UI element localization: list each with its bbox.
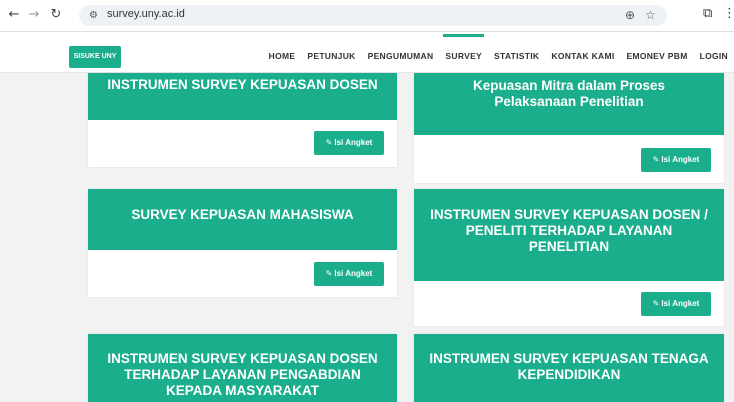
survey-card: SURVEY KEPUASAN MAHASISWA ✎ Isi Angket bbox=[88, 189, 397, 297]
menu-login[interactable]: LOGIN bbox=[694, 45, 734, 69]
reload-icon[interactable]: ↻ bbox=[48, 7, 64, 23]
survey-card: INSTRUMEN SURVEY KEPUASAN DOSEN TERHADAP… bbox=[88, 334, 397, 402]
survey-card: INSTRUMEN SURVEY KEPUASAN DOSEN / PENELI… bbox=[414, 189, 724, 326]
back-icon[interactable]: ← bbox=[6, 7, 22, 23]
survey-card: INSTRUMEN SURVEY KEPUASAN DOSEN ✎ Isi Ang… bbox=[88, 73, 397, 167]
card-title: INSTRUMEN SURVEY KEPUASAN DOSEN / PENELI… bbox=[414, 189, 724, 281]
menu-kontak-kami[interactable]: KONTAK KAMI bbox=[545, 45, 620, 69]
isi-angket-button[interactable]: ✎ Isi Angket bbox=[314, 131, 384, 155]
menu-emonev-pbm[interactable]: EMONEV PBM bbox=[620, 45, 693, 69]
menu-statistik[interactable]: STATISTIK bbox=[488, 45, 545, 69]
isi-angket-button[interactable]: ✎ Isi Angket bbox=[641, 292, 711, 316]
card-title: Kepuasan Mitra dalam Proses Pelaksanaan … bbox=[414, 73, 724, 135]
browser-toolbar: ← → ↻ ⚙ survey.uny.ac.id ⊕ ☆ ⧉ ⋮ bbox=[0, 0, 734, 32]
edit-icon: ✎ bbox=[652, 299, 660, 308]
site-info-icon[interactable]: ⚙ bbox=[87, 9, 100, 22]
menu-pengumuman[interactable]: PENGUMUMAN bbox=[362, 45, 440, 69]
menu-petunjuk[interactable]: PETUNJUK bbox=[301, 45, 361, 69]
edit-icon: ✎ bbox=[325, 269, 333, 278]
brand-logo[interactable]: SISUKE UNY bbox=[69, 46, 121, 68]
card-title: INSTRUMEN SURVEY KEPUASAN DOSEN TERHADAP… bbox=[88, 334, 397, 402]
card-title: INSTRUMEN SURVEY KEPUASAN TENAGA KEPENDI… bbox=[414, 334, 724, 402]
main-menu: HOME PETUNJUK PENGUMUMAN SURVEY STATISTI… bbox=[263, 34, 734, 69]
menu-dots-icon[interactable]: ⋮ bbox=[723, 6, 734, 21]
menu-home[interactable]: HOME bbox=[263, 45, 302, 69]
survey-card: INSTRUMEN SURVEY KEPUASAN TENAGA KEPENDI… bbox=[414, 334, 724, 402]
url-text[interactable]: survey.uny.ac.id bbox=[107, 8, 185, 20]
address-bar[interactable]: ⚙ survey.uny.ac.id ⊕ ☆ bbox=[79, 5, 667, 26]
isi-angket-button[interactable]: ✎ Isi Angket bbox=[641, 148, 711, 172]
card-title: INSTRUMEN SURVEY KEPUASAN DOSEN bbox=[88, 73, 397, 120]
menu-survey[interactable]: SURVEY bbox=[439, 34, 488, 69]
bookmark-star-icon[interactable]: ☆ bbox=[645, 8, 656, 22]
extensions-icon[interactable]: ⧉ bbox=[703, 6, 712, 21]
site-header: SISUKE UNY HOME PETUNJUK PENGUMUMAN SURV… bbox=[0, 32, 734, 73]
card-title: SURVEY KEPUASAN MAHASISWA bbox=[88, 189, 397, 250]
isi-angket-button[interactable]: ✎ Isi Angket bbox=[314, 262, 384, 286]
forward-icon[interactable]: → bbox=[26, 7, 42, 23]
edit-icon: ✎ bbox=[325, 138, 333, 147]
survey-card: Kepuasan Mitra dalam Proses Pelaksanaan … bbox=[414, 73, 724, 183]
edit-icon: ✎ bbox=[652, 155, 660, 164]
zoom-icon[interactable]: ⊕ bbox=[625, 8, 635, 22]
